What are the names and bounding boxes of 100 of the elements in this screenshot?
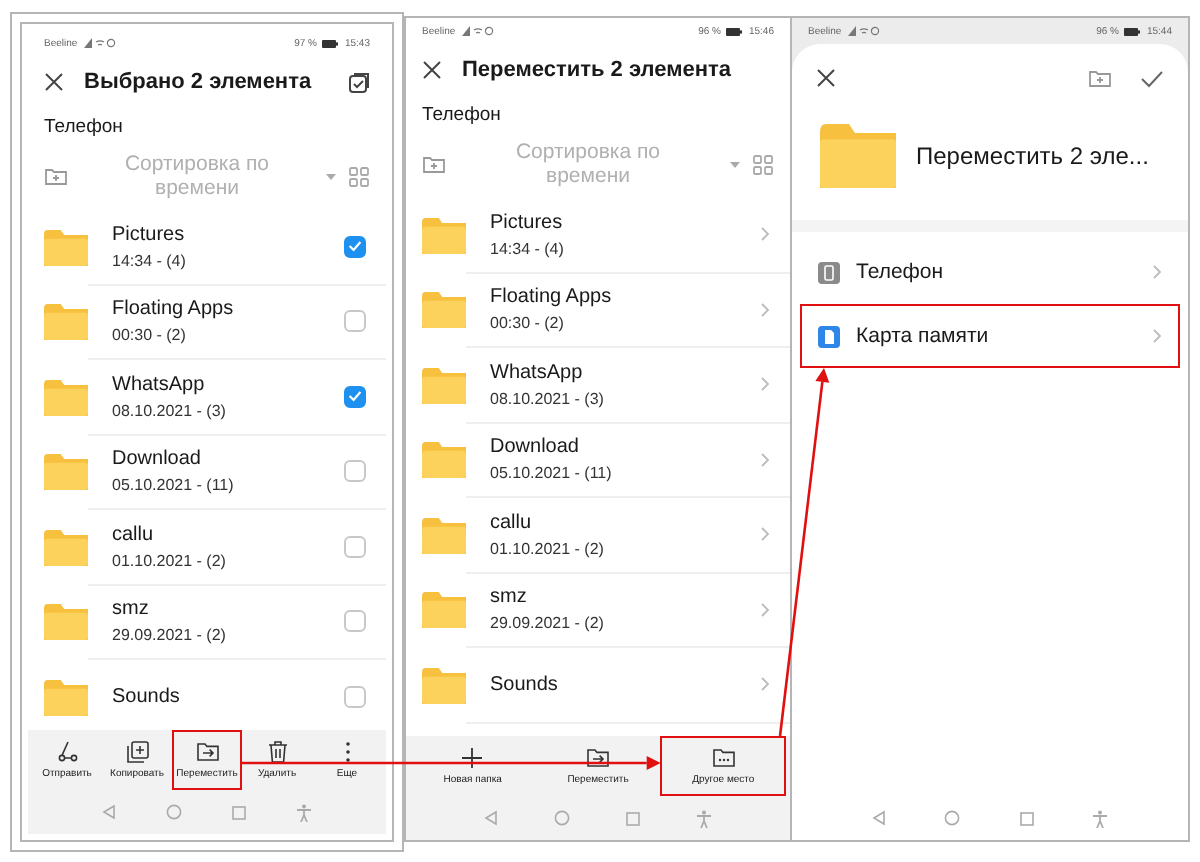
move-folder-icon [195, 740, 219, 764]
battery-icon [726, 27, 743, 35]
folder-details: 01.10.2021 - (2) [490, 539, 606, 558]
battery-icon [322, 39, 339, 47]
folder-details: 08.10.2021 - (3) [490, 389, 606, 408]
folder-name[interactable]: smz [490, 586, 760, 609]
checkbox[interactable] [344, 385, 366, 408]
folder-name[interactable]: Sounds [490, 673, 760, 696]
signal-icon [847, 26, 880, 36]
folder-details: 14:34 - (4) [490, 239, 566, 258]
plus-icon [460, 746, 485, 770]
storage-item[interactable]: Телефон [800, 240, 1180, 304]
folder-icon [422, 217, 466, 254]
grid-view-icon[interactable] [752, 153, 774, 175]
recents-icon[interactable] [231, 805, 246, 819]
checkbox[interactable] [344, 535, 366, 558]
folder-icon [422, 292, 466, 329]
dialog-title: Переместить 2 эле... [916, 142, 1149, 170]
folder-icon [422, 442, 466, 479]
folder-name[interactable]: Floating Apps [112, 298, 344, 321]
back-icon[interactable] [102, 804, 117, 820]
chevron-right-icon [760, 526, 770, 543]
battery-icon [1124, 27, 1141, 35]
folder-name[interactable]: WhatsApp [112, 373, 344, 396]
chevron-right-icon [760, 601, 770, 618]
folder-icon [422, 367, 466, 404]
accessibility-icon[interactable] [295, 803, 312, 821]
screen-title: Переместить 2 элемента [462, 58, 733, 82]
folder-name[interactable]: smz [112, 598, 344, 621]
folder-details: 05.10.2021 - (11) [490, 464, 614, 483]
new-folder-icon[interactable] [422, 154, 446, 174]
folder-icon [44, 379, 88, 416]
dropdown-caret-icon [730, 161, 740, 167]
checkbox[interactable] [344, 310, 366, 333]
phone-icon [818, 261, 840, 283]
chevron-right-icon [760, 376, 770, 393]
folder-name[interactable]: callu [112, 523, 344, 546]
folder-icon [44, 229, 88, 266]
share-icon [55, 740, 79, 764]
close-icon[interactable] [44, 72, 64, 92]
folder-dots-icon [711, 746, 736, 770]
folder-name[interactable]: Download [490, 436, 760, 459]
new-folder-icon[interactable] [1088, 68, 1112, 88]
signal-icon [83, 38, 116, 48]
location-label: Телефон [42, 114, 125, 142]
location-label: Телефон [420, 102, 503, 130]
chevron-right-icon [760, 676, 770, 693]
folder-name[interactable]: Sounds [112, 685, 344, 708]
accessibility-icon[interactable] [696, 809, 712, 827]
folder-icon [44, 604, 88, 641]
chevron-right-icon [760, 226, 770, 243]
confirm-check-icon[interactable] [1140, 69, 1164, 87]
folder-details: 01.10.2021 - (2) [112, 551, 228, 570]
chevron-right-icon [1152, 328, 1162, 344]
folder-icon [44, 529, 88, 566]
copy-icon [125, 740, 149, 764]
close-icon[interactable] [422, 60, 442, 80]
grid-view-icon[interactable] [348, 165, 370, 187]
screen-title: Выбрано 2 элемента [84, 70, 314, 94]
checkbox[interactable] [344, 685, 366, 708]
folder-details: 14:34 - (4) [112, 251, 188, 270]
folder-details: 08.10.2021 - (3) [112, 401, 228, 420]
chevron-right-icon [760, 301, 770, 318]
recents-icon[interactable] [1019, 811, 1034, 825]
home-icon[interactable] [554, 810, 570, 826]
folder-details: 29.09.2021 - (2) [490, 614, 606, 633]
home-icon[interactable] [166, 804, 183, 820]
back-icon[interactable] [871, 810, 886, 826]
home-icon[interactable] [944, 810, 961, 826]
folder-name[interactable]: Floating Apps [490, 286, 760, 309]
folder-details: 00:30 - (2) [112, 326, 188, 345]
folder-icon [422, 667, 466, 704]
memory-card-icon [818, 325, 840, 347]
folder-name[interactable]: Pictures [112, 223, 344, 246]
select-all-icon[interactable] [348, 71, 370, 93]
folder-details: 05.10.2021 - (11) [112, 476, 236, 495]
folder-details: 00:30 - (2) [490, 314, 566, 333]
folder-icon [44, 454, 88, 491]
folder-name[interactable]: callu [490, 511, 760, 534]
checkbox[interactable] [344, 235, 366, 258]
folder-icon [422, 517, 466, 554]
folder-details: 29.09.2021 - (2) [112, 626, 228, 645]
signal-icon [461, 26, 494, 36]
folder-name[interactable]: WhatsApp [490, 361, 760, 384]
accessibility-icon[interactable] [1092, 809, 1109, 827]
folder-name[interactable]: Download [112, 448, 344, 471]
back-icon[interactable] [484, 810, 498, 826]
chevron-right-icon [760, 451, 770, 468]
checkbox[interactable] [344, 460, 366, 483]
close-icon[interactable] [816, 68, 836, 88]
folder-icon [422, 592, 466, 629]
new-folder-icon[interactable] [44, 166, 68, 186]
chevron-right-icon [1152, 264, 1162, 280]
folder-icon [44, 304, 88, 341]
folder-icon [820, 124, 896, 188]
recents-icon[interactable] [626, 811, 640, 825]
folder-name[interactable]: Pictures [490, 211, 760, 234]
move-folder-icon [586, 746, 610, 770]
storage-item[interactable]: Карта памяти [800, 304, 1180, 368]
checkbox[interactable] [344, 610, 366, 633]
